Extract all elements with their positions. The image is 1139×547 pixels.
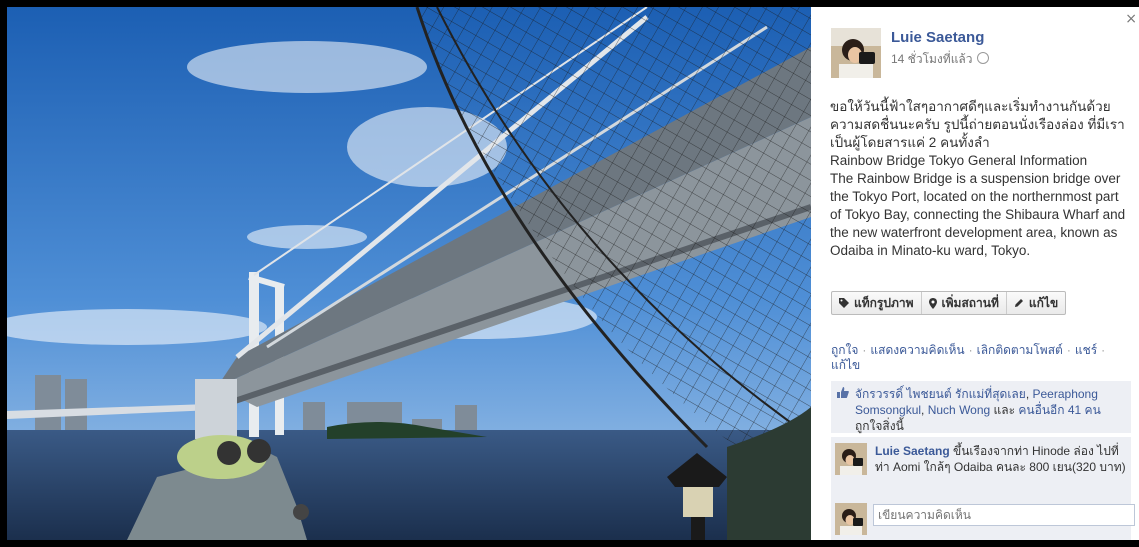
separator-dot: · bbox=[1066, 343, 1071, 357]
tag-photo-label: แท็กรูปภาพ bbox=[854, 295, 914, 310]
likes-sep: , bbox=[1025, 387, 1033, 401]
edit-label: แก้ไข bbox=[1028, 295, 1059, 310]
share-link[interactable]: แชร์ bbox=[1075, 343, 1097, 357]
comment-avatar[interactable] bbox=[835, 443, 867, 475]
post-photo bbox=[7, 7, 811, 540]
my-avatar bbox=[835, 503, 867, 535]
comment-text: Luie Saetang ขึ้นเรืองจากท่า Hinode ล่อง… bbox=[875, 443, 1129, 475]
globe-icon[interactable] bbox=[976, 52, 989, 64]
photo-actions: แท็กรูปภาพ เพิ่มสถานที่ แก้ไข bbox=[831, 291, 1067, 315]
bridge-photo bbox=[7, 7, 811, 540]
edit-link[interactable]: แก้ไข bbox=[831, 358, 860, 372]
other-likers-link[interactable]: คนอื่นอีก 41 คน bbox=[1018, 403, 1100, 417]
post-links: ถูกใจ · แสดงความคิดเห็น · เลิกติดตามโพสต์ · แช… bbox=[831, 343, 1131, 373]
close-icon[interactable]: × bbox=[1125, 11, 1137, 27]
comment-link[interactable]: แสดงความคิดเห็น bbox=[870, 343, 964, 357]
post-side-panel: × Luie Saetang 14 ชั่วโมงที่แล้ว ขอให้วั… bbox=[811, 7, 1139, 540]
add-location-label: เพิ่มสถานที่ bbox=[941, 295, 999, 310]
post-caption: ขอให้วันนี้ฟ้าใสๆอากาศดีๆและเริ่มทำงานกั… bbox=[830, 99, 1126, 258]
post-time-text[interactable]: 14 ชั่วโมงที่แล้ว bbox=[891, 52, 973, 66]
like-link[interactable]: ถูกใจ bbox=[831, 343, 858, 357]
comment-item: Luie Saetang ขึ้นเรืองจากท่า Hinode ล่อง… bbox=[831, 437, 1131, 497]
pencil-icon bbox=[1014, 299, 1023, 307]
separator-dot: · bbox=[1101, 343, 1106, 357]
thumbs-up-icon bbox=[837, 387, 849, 398]
liker-1[interactable]: จักรวรรดิ์ ไพชยนต์ รักแม่ที่สุดเลย bbox=[855, 387, 1026, 401]
separator-dot: · bbox=[968, 343, 973, 357]
post-time: 14 ชั่วโมงที่แล้ว bbox=[891, 50, 989, 69]
likes-text: จักรวรรดิ์ ไพชยนต์ รักแม่ที่สุดเลย, Peer… bbox=[855, 386, 1125, 434]
likes-suffix: ถูกใจสิ่งนี้ bbox=[855, 419, 904, 433]
likes-sep: , bbox=[921, 403, 928, 417]
tag-icon bbox=[839, 298, 849, 308]
unfollow-link[interactable]: เลิกติดตามโพสต์ bbox=[977, 343, 1063, 357]
comment-author[interactable]: Luie Saetang bbox=[875, 444, 950, 458]
likes-box: จักรวรรดิ์ ไพชยนต์ รักแม่ที่สุดเลย, Peer… bbox=[831, 381, 1131, 433]
post-header: Luie Saetang 14 ชั่วโมงที่แล้ว bbox=[831, 28, 1131, 82]
avatar[interactable] bbox=[831, 28, 881, 78]
location-pin-icon bbox=[928, 297, 937, 309]
tag-photo-button[interactable]: แท็กรูปภาพ bbox=[832, 292, 922, 314]
write-comment-box bbox=[831, 497, 1135, 540]
likes-and: และ bbox=[990, 403, 1019, 417]
separator-dot: · bbox=[862, 343, 867, 357]
author-name[interactable]: Luie Saetang bbox=[891, 29, 984, 46]
liker-3[interactable]: Nuch Wong bbox=[928, 403, 990, 417]
edit-button[interactable]: แก้ไข bbox=[1007, 292, 1065, 314]
comment-input[interactable] bbox=[873, 504, 1135, 526]
add-location-button[interactable]: เพิ่มสถานที่ bbox=[922, 292, 1007, 314]
